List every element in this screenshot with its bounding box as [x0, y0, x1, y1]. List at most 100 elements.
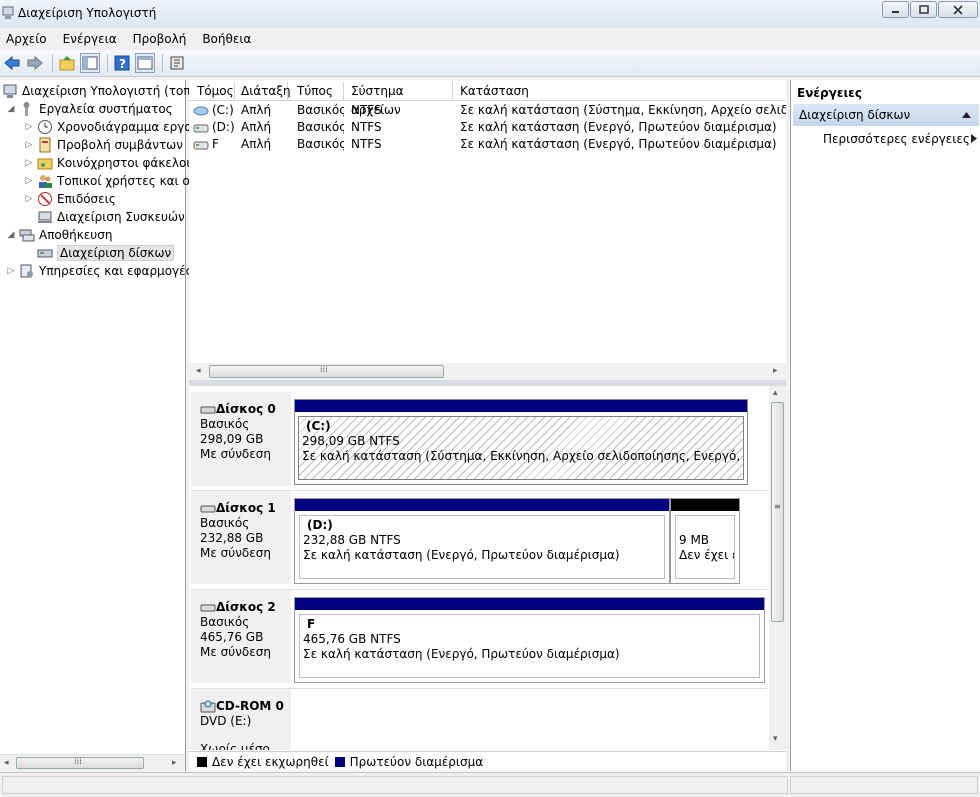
tree-expander[interactable]: ▷ [24, 194, 34, 204]
legend-unallocated-swatch [197, 756, 207, 767]
disk-management-pane: Τόμος Διάταξη Τύπος Σύστημα αρχείων Κατά… [189, 80, 786, 771]
export-button[interactable] [167, 53, 187, 73]
menu-view[interactable]: Προβολή [133, 32, 187, 46]
scroll-thumb[interactable]: ≡ [771, 402, 784, 622]
show-hide-tree-icon [82, 56, 98, 70]
status-segment [790, 776, 978, 794]
minimize-icon [892, 11, 899, 13]
disk-type: Βασικός [200, 417, 250, 431]
actions-group-disk-management[interactable]: Διαχείριση δίσκων [793, 104, 979, 126]
menu-file[interactable]: Αρχείο [6, 32, 47, 46]
tree-item-disk-management[interactable]: Διαχείριση δίσκων [24, 244, 175, 262]
tree-expander[interactable]: ▷ [24, 176, 34, 186]
volume-status: Σε καλή κατάσταση (Ενεργό, Πρωτεύον διαμ… [460, 137, 777, 151]
partition-status: Δεν έχει εκ [679, 548, 734, 562]
toolbar: ? [0, 50, 980, 77]
tree-expander[interactable]: ▷ [6, 266, 16, 276]
col-layout[interactable]: Διάταξη [235, 82, 291, 100]
scroll-left-icon[interactable]: ◂ [196, 366, 201, 376]
scroll-thumb[interactable]: ⁞⁞⁞ [16, 757, 144, 769]
tree-item-label: Κοινόχρηστοι φάκελοι [57, 156, 191, 170]
toolbar-separator [107, 54, 108, 72]
tree-expander[interactable]: ▷ [24, 158, 34, 168]
scroll-down-icon[interactable]: ▾ [773, 734, 778, 744]
volume-name: (C:) [212, 103, 234, 117]
services-icon [20, 264, 33, 278]
volume-row[interactable]: (C:) Απλή Βασικός NTFS Σε καλή κατάσταση… [189, 102, 786, 119]
legend-unallocated-label: Δεν έχει εκχωρηθεί [212, 754, 329, 769]
tree-horizontal-scrollbar[interactable]: ◂ ⁞⁞⁞ ▸ [0, 754, 185, 771]
tree-expander[interactable]: ◢ [6, 230, 16, 240]
menu-action[interactable]: Ενέργεια [63, 32, 117, 46]
back-button[interactable] [2, 53, 22, 73]
scroll-grip: ≡ [774, 502, 781, 511]
show-hide-tree-button[interactable] [80, 53, 100, 73]
scroll-left-icon[interactable]: ◂ [4, 758, 9, 768]
tree-item-storage[interactable]: ◢ Αποθήκευση [6, 226, 113, 244]
tree-item-computer-management[interactable]: Διαχείριση Υπολογιστή (τοπικός) [0, 82, 221, 100]
properties-button[interactable] [135, 53, 155, 73]
forward-button[interactable] [25, 53, 45, 73]
volume-list-horizontal-scrollbar[interactable]: ◂ ⁞⁞⁞ ▸ [189, 363, 786, 380]
col-volume[interactable]: Τόμος [189, 82, 235, 100]
tree-expander[interactable]: ▷ [24, 122, 34, 132]
volume-status: Σε καλή κατάσταση (Σύστημα, Εκκίνηση, Αρ… [460, 103, 786, 117]
partition-color-bar [671, 499, 739, 511]
volume-row[interactable]: (D:) Απλή Βασικός NTFS Σε καλή κατάσταση… [189, 119, 786, 136]
partition-unallocated[interactable]: 9 MB Δεν έχει εκ [670, 498, 740, 584]
disk-row-1[interactable]: Δίσκος 1 Βασικός 232,88 GB Με σύνδεση (D… [191, 490, 767, 584]
help-button[interactable]: ? [112, 53, 132, 73]
tree-expander[interactable]: ▷ [24, 140, 34, 150]
legend-primary-label: Πρωτεύον διαμέρισμα [349, 754, 484, 769]
menu-help[interactable]: Βοήθεια [202, 32, 251, 46]
up-button[interactable] [57, 53, 77, 73]
partition-size: 9 MB [679, 533, 710, 547]
disk-size: 298,09 GB [200, 432, 264, 446]
disk-map: Δίσκος 0 Βασικός 298,09 GB Με σύνδεση (C… [189, 386, 769, 750]
partition-size: 465,76 GB NTFS [303, 632, 401, 646]
disk-name: Δίσκος 0 [216, 402, 276, 416]
disk-row-cdrom[interactable]: CD-ROM 0 DVD (E:) Χωρίς μέσο [191, 688, 767, 750]
volume-row[interactable]: F Απλή Βασικός NTFS Σε καλή κατάσταση (Ε… [189, 136, 786, 153]
tree-item-system-tools[interactable]: ◢ Εργαλεία συστήματος [6, 100, 173, 118]
col-status[interactable]: Κατάσταση [453, 82, 786, 100]
scroll-thumb[interactable]: ⁞⁞⁞ [209, 365, 444, 378]
tree-item-performance[interactable]: ▷ Επιδόσεις [24, 190, 116, 208]
minimize-button[interactable] [882, 1, 909, 18]
performance-icon [38, 192, 52, 206]
tree-item-label: Διαχείριση Συσκευών [57, 210, 185, 224]
disk-type: DVD (E:) [200, 714, 252, 728]
scroll-up-icon[interactable]: ▴ [773, 388, 778, 398]
tree-item-services-applications[interactable]: ▷ Υπηρεσίες και εφαρμογές [6, 262, 193, 280]
partition-label: (C:) [306, 419, 331, 433]
disk-info: Δίσκος 0 Βασικός 298,09 GB Με σύνδεση [191, 392, 291, 486]
tree-item-device-manager[interactable]: Διαχείριση Συσκευών [24, 208, 185, 226]
scroll-right-icon[interactable]: ▸ [773, 366, 778, 376]
partition-c[interactable]: (C:) 298,09 GB NTFS Σε καλή κατάσταση (Σ… [294, 399, 748, 485]
disk-state: Με σύνδεση [200, 447, 271, 461]
col-filesystem[interactable]: Σύστημα αρχείων [344, 82, 453, 117]
col-type[interactable]: Τύπος [288, 82, 344, 100]
submenu-arrow-icon [971, 134, 977, 143]
tree-item-event-viewer[interactable]: ▷ Προβολή συμβάντων [24, 136, 183, 154]
partition-f[interactable]: F 465,76 GB NTFS Σε καλή κατάσταση (Ενερ… [294, 597, 765, 683]
tree-item-label: Διαχείριση δίσκων [57, 245, 175, 261]
disk-row-2[interactable]: Δίσκος 2 Βασικός 465,76 GB Με σύνδεση F … [191, 589, 767, 683]
disk-row-0[interactable]: Δίσκος 0 Βασικός 298,09 GB Με σύνδεση (C… [191, 392, 767, 486]
maximize-button[interactable] [910, 1, 937, 18]
partition-size: 298,09 GB NTFS [302, 434, 400, 448]
volume-filesystem: NTFS [351, 120, 382, 134]
more-actions-item[interactable]: Περισσότερες ενέργειες [823, 132, 977, 146]
disk-name: Δίσκος 2 [216, 600, 276, 614]
close-button[interactable] [938, 1, 978, 18]
partition-d[interactable]: (D:) 232,88 GB NTFS Σε καλή κατάσταση (Ε… [294, 498, 670, 584]
tree-item-shared-folders[interactable]: ▷ Κοινόχρηστοι φάκελοι [24, 154, 191, 172]
device-manager-icon [38, 211, 52, 223]
disk-name: CD-ROM 0 [216, 699, 284, 713]
disk-size: 465,76 GB [200, 630, 264, 644]
tree-expander[interactable]: ◢ [6, 104, 16, 114]
collapse-up-icon[interactable] [962, 112, 971, 118]
scroll-right-icon[interactable]: ▸ [172, 758, 177, 768]
scroll-grip: ⁞⁞⁞ [74, 757, 82, 766]
disk-map-vertical-scrollbar[interactable]: ▴ ≡ ▾ [769, 386, 786, 750]
